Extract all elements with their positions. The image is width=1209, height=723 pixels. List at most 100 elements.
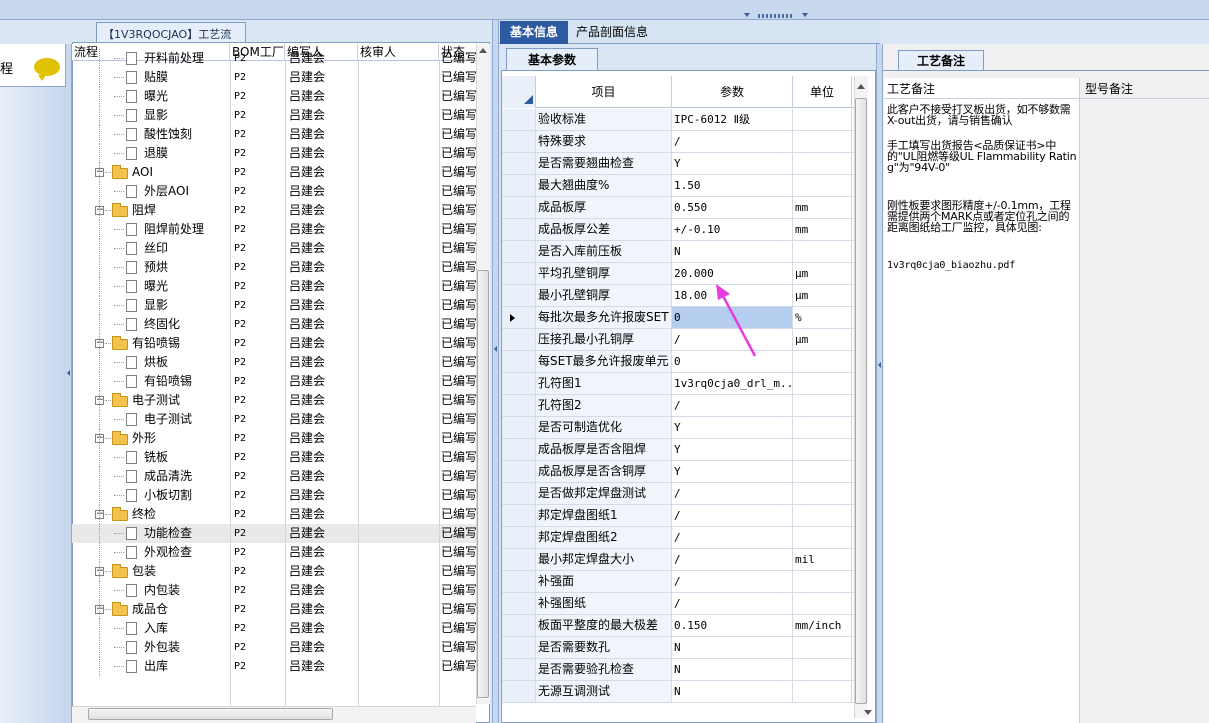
param-value-cell[interactable]: Y xyxy=(672,461,793,482)
row-header[interactable] xyxy=(502,263,536,284)
param-unit-cell[interactable] xyxy=(793,395,852,416)
param-value-cell[interactable]: / xyxy=(672,549,793,570)
param-row[interactable]: 是否需要数孔NY xyxy=(502,637,862,659)
param-value-cell[interactable]: 20.000 xyxy=(672,263,793,284)
param-row[interactable]: 最大翘曲度%1.50Y xyxy=(502,175,862,197)
param-row[interactable]: 平均孔壁铜厚20.000μmY xyxy=(502,263,862,285)
column-header-param[interactable]: 参数 xyxy=(672,76,793,108)
param-value-cell[interactable]: / xyxy=(672,527,793,548)
param-row[interactable]: 无源互调测试NY xyxy=(502,681,862,703)
tab-basic-info[interactable]: 基本信息 xyxy=(500,21,568,44)
scroll-up-icon[interactable] xyxy=(479,48,487,53)
tree-row[interactable]: 烘板 P2 吕建会 已编写 xyxy=(72,353,476,372)
param-unit-cell[interactable] xyxy=(793,593,852,614)
grid-vertical-scroll-thumb[interactable] xyxy=(855,98,867,704)
param-row[interactable]: 补强图纸/Y xyxy=(502,593,862,615)
param-value-cell[interactable]: 1v3rq0cja0_drl_m... xyxy=(672,373,793,394)
row-header[interactable] xyxy=(502,219,536,240)
process-flow-tab[interactable]: 【1V3RQOCJAO】工艺流程 xyxy=(96,22,246,57)
row-header[interactable] xyxy=(502,593,536,614)
tree-row[interactable]: 外包装 P2 吕建会 已编写 xyxy=(72,638,476,657)
tree-row[interactable]: − 外形 P2 吕建会 已编写 xyxy=(72,429,476,448)
param-row[interactable]: 成品板厚是否含铜厚YY xyxy=(502,461,862,483)
param-row[interactable]: 是否入库前压板NY xyxy=(502,241,862,263)
tree-row[interactable]: 功能检查 P2 吕建会 已编写 xyxy=(72,524,476,543)
param-value-cell[interactable]: N xyxy=(672,659,793,680)
tree-row[interactable]: 开料前处理 P2 吕建会 已编写 xyxy=(72,49,476,68)
middle-splitter[interactable] xyxy=(492,20,499,723)
tab-process-notes[interactable]: 工艺备注 xyxy=(898,50,984,70)
row-header[interactable] xyxy=(502,175,536,196)
param-value-cell[interactable]: N xyxy=(672,241,793,262)
param-value-cell[interactable]: 0.150 xyxy=(672,615,793,636)
param-row[interactable]: 成品板厚0.550mmY xyxy=(502,197,862,219)
select-all-icon[interactable] xyxy=(524,95,533,104)
param-row[interactable]: 成品板厚是否含阻焊YY xyxy=(502,439,862,461)
row-header[interactable] xyxy=(502,483,536,504)
param-unit-cell[interactable] xyxy=(793,527,852,548)
param-row[interactable]: 是否需要验孔检查NY xyxy=(502,659,862,681)
row-header[interactable] xyxy=(502,395,536,416)
tree-row[interactable]: 阻焊前处理 P2 吕建会 已编写 xyxy=(72,220,476,239)
param-unit-cell[interactable] xyxy=(793,373,852,394)
collapse-arrow-icon[interactable] xyxy=(802,13,808,17)
param-unit-cell[interactable] xyxy=(793,241,852,262)
param-unit-cell[interactable] xyxy=(793,505,852,526)
note-attachment[interactable]: 1v3rq0cja0_biaozhu.pdf xyxy=(887,260,1077,271)
row-header[interactable] xyxy=(502,153,536,174)
param-unit-cell[interactable] xyxy=(793,659,852,680)
param-unit-cell[interactable] xyxy=(793,637,852,658)
row-header[interactable] xyxy=(502,197,536,218)
column-header-unit[interactable]: 单位 xyxy=(793,76,852,108)
param-value-cell[interactable]: Y xyxy=(672,417,793,438)
tree-row[interactable]: 有铅喷锡 P2 吕建会 已编写 xyxy=(72,372,476,391)
param-value-cell[interactable]: +/-0.10 xyxy=(672,219,793,240)
row-header[interactable] xyxy=(502,241,536,262)
param-row[interactable]: 邦定焊盘图纸1/Y xyxy=(502,505,862,527)
param-row[interactable]: 最小孔壁铜厚18.00μmY xyxy=(502,285,862,307)
row-header[interactable] xyxy=(502,351,536,372)
tree-row[interactable]: 预烘 P2 吕建会 已编写 xyxy=(72,258,476,277)
param-value-cell[interactable]: / xyxy=(672,593,793,614)
row-header[interactable] xyxy=(502,461,536,482)
tree-horizontal-scroll-thumb[interactable] xyxy=(88,708,333,720)
param-row[interactable]: 邦定焊盘图纸2/Y xyxy=(502,527,862,549)
param-value-cell[interactable]: Y xyxy=(672,439,793,460)
tree-row[interactable]: 入库 P2 吕建会 已编写 xyxy=(72,619,476,638)
tree-row[interactable]: 出库 P2 吕建会 已编写 xyxy=(72,657,476,676)
param-unit-cell[interactable] xyxy=(793,461,852,482)
param-value-cell[interactable]: / xyxy=(672,483,793,504)
param-unit-cell[interactable]: % xyxy=(793,307,852,328)
collapse-tree-icon[interactable] xyxy=(494,346,497,352)
param-row[interactable]: 压接孔最小孔铜厚/μmY xyxy=(502,329,862,351)
param-row[interactable]: 板面平整度的最大极差0.150mm/inchY xyxy=(502,615,862,637)
collapse-arrow-icon[interactable] xyxy=(744,13,750,17)
param-row[interactable]: 最小邦定焊盘大小/milY xyxy=(502,549,862,571)
param-row[interactable]: 每SET最多允许报废单元0Y xyxy=(502,351,862,373)
tree-row[interactable]: 内包装 P2 吕建会 已编写 xyxy=(72,581,476,600)
splitter-grip[interactable] xyxy=(758,14,794,18)
tree-row[interactable]: − 包装 P2 吕建会 已编写 xyxy=(72,562,476,581)
param-value-cell[interactable]: 0.550 xyxy=(672,197,793,218)
tree-row[interactable]: 外层AOI P2 吕建会 已编写 xyxy=(72,182,476,201)
tree-row[interactable]: 铣板 P2 吕建会 已编写 xyxy=(72,448,476,467)
row-header[interactable] xyxy=(502,527,536,548)
tree-row[interactable]: − 电子测试 P2 吕建会 已编写 xyxy=(72,391,476,410)
param-unit-cell[interactable]: μm xyxy=(793,263,852,284)
param-value-cell[interactable]: N xyxy=(672,637,793,658)
row-header[interactable] xyxy=(502,417,536,438)
param-value-cell[interactable]: / xyxy=(672,571,793,592)
row-header[interactable] xyxy=(502,615,536,636)
param-unit-cell[interactable] xyxy=(793,153,852,174)
tree-row[interactable]: − 有铅喷锡 P2 吕建会 已编写 xyxy=(72,334,476,353)
tree-row[interactable]: − 成品仓 P2 吕建会 已编写 xyxy=(72,600,476,619)
param-value-cell[interactable]: N xyxy=(672,681,793,702)
row-header[interactable] xyxy=(502,571,536,592)
param-row[interactable]: 验收标准IPC-6012 Ⅱ级Y xyxy=(502,109,862,131)
param-unit-cell[interactable] xyxy=(793,483,852,504)
param-unit-cell[interactable] xyxy=(793,131,852,152)
tab-product-profile[interactable]: 产品剖面信息 xyxy=(576,21,666,44)
tab-basic-params[interactable]: 基本参数 xyxy=(506,48,598,70)
param-row[interactable]: 补强面/Y xyxy=(502,571,862,593)
row-header[interactable] xyxy=(502,439,536,460)
